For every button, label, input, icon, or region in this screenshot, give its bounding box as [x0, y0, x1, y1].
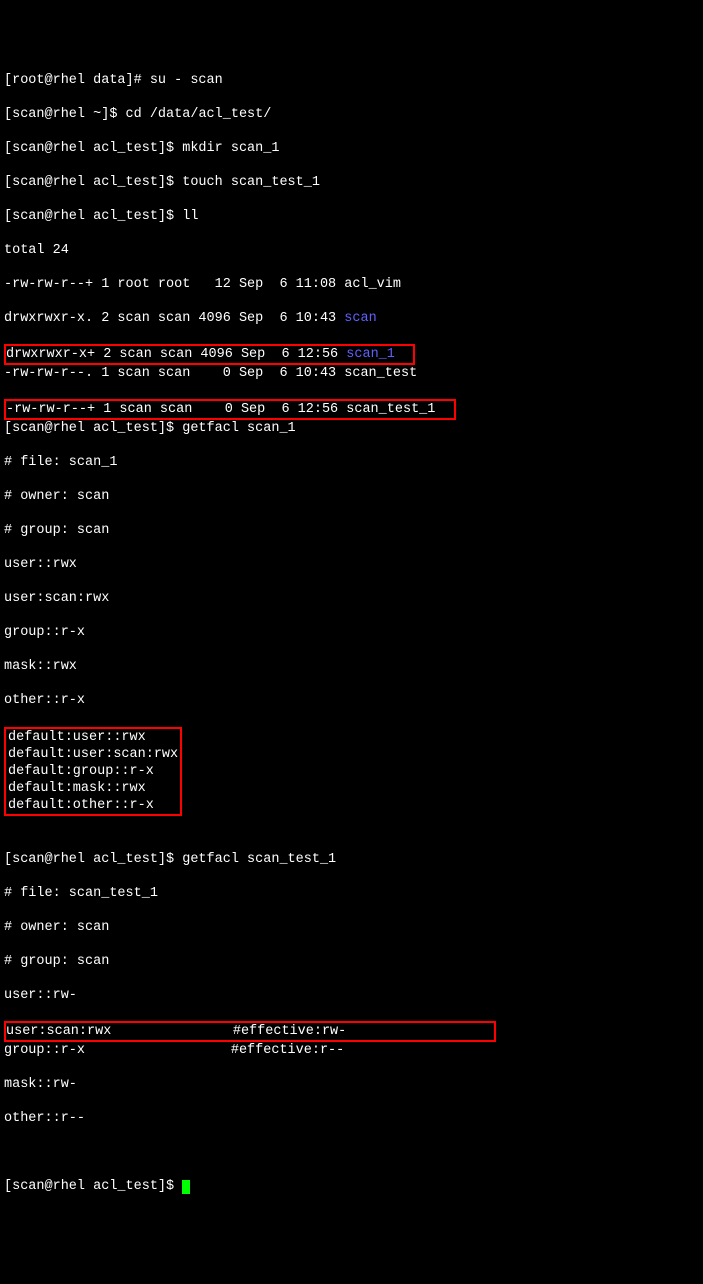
- highlight-box-ll-scan1: drwxrwxr-x+ 2 scan scan 4096 Sep 6 12:56…: [4, 344, 415, 365]
- facl-line: other::r-x: [4, 692, 699, 709]
- facl-line: # file: scan_test_1: [4, 885, 699, 902]
- facl-line: user::rw-: [4, 987, 699, 1004]
- facl-line: # file: scan_1: [4, 454, 699, 471]
- blank-line: [4, 1144, 699, 1161]
- ll-row: drwxrwxr-x. 2 scan scan 4096 Sep 6 10:43…: [4, 310, 699, 327]
- facl-line: mask::rwx: [4, 658, 699, 675]
- cmd-line: [scan@rhel acl_test]$ ll: [4, 208, 699, 225]
- ll-row: -rw-rw-r--+ 1 root root 12 Sep 6 11:08 a…: [4, 276, 699, 293]
- facl-line: # owner: scan: [4, 919, 699, 936]
- cmd-line: [scan@rhel acl_test]$ getfacl scan_test_…: [4, 851, 699, 868]
- dir-link: scan_1: [346, 347, 395, 362]
- facl-line: group::r-x #effective:r--: [4, 1042, 699, 1059]
- cmd-line: [scan@rhel acl_test]$ getfacl scan_1: [4, 420, 699, 437]
- cmd-line: [scan@rhel acl_test]$ touch scan_test_1: [4, 174, 699, 191]
- prompt-line[interactable]: [scan@rhel acl_test]$: [4, 1178, 699, 1195]
- highlight-box-effective: user:scan:rwx #effective:rw-: [4, 1021, 496, 1042]
- cmd-line: [scan@rhel ~]$ cd /data/acl_test/: [4, 106, 699, 123]
- blank-line: [4, 817, 699, 834]
- dir-link: scan: [344, 311, 376, 326]
- highlight-box-default-acl: default:user::rwxdefault:user:scan:rwxde…: [4, 727, 182, 816]
- ll-total: total 24: [4, 242, 699, 259]
- facl-line: user::rwx: [4, 556, 699, 573]
- cmd-line: [root@rhel data]# su - scan: [4, 72, 699, 89]
- facl-line: # owner: scan: [4, 488, 699, 505]
- facl-line: group::r-x: [4, 624, 699, 641]
- highlight-box-ll-scantest1: -rw-rw-r--+ 1 scan scan 0 Sep 6 12:56 sc…: [4, 399, 456, 420]
- facl-line: # group: scan: [4, 522, 699, 539]
- facl-line: # group: scan: [4, 953, 699, 970]
- cmd-line: [scan@rhel acl_test]$ mkdir scan_1: [4, 140, 699, 157]
- facl-line: other::r--: [4, 1110, 699, 1127]
- ll-row: -rw-rw-r--. 1 scan scan 0 Sep 6 10:43 sc…: [4, 365, 699, 382]
- cursor-icon: [182, 1180, 190, 1194]
- facl-line: mask::rw-: [4, 1076, 699, 1093]
- facl-line: user:scan:rwx: [4, 590, 699, 607]
